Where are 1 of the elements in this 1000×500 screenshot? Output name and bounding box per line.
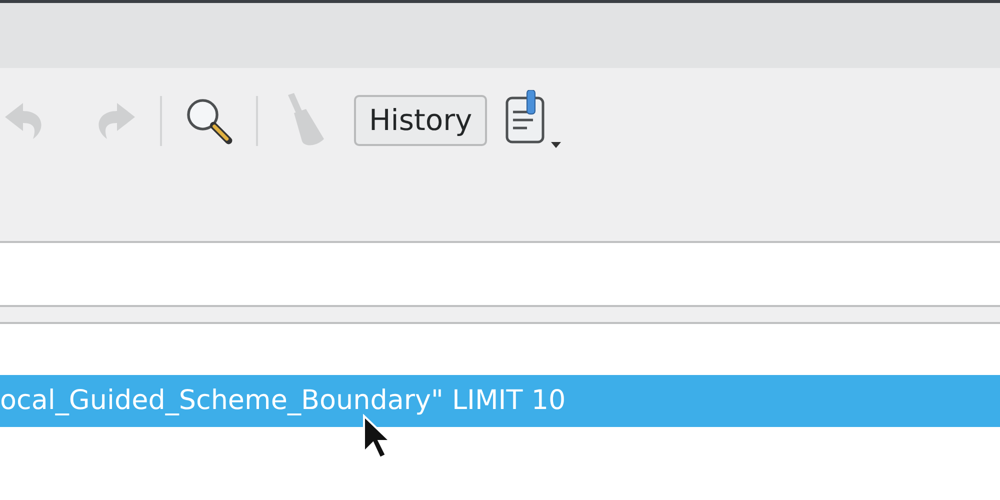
- history-button[interactable]: History: [354, 95, 488, 146]
